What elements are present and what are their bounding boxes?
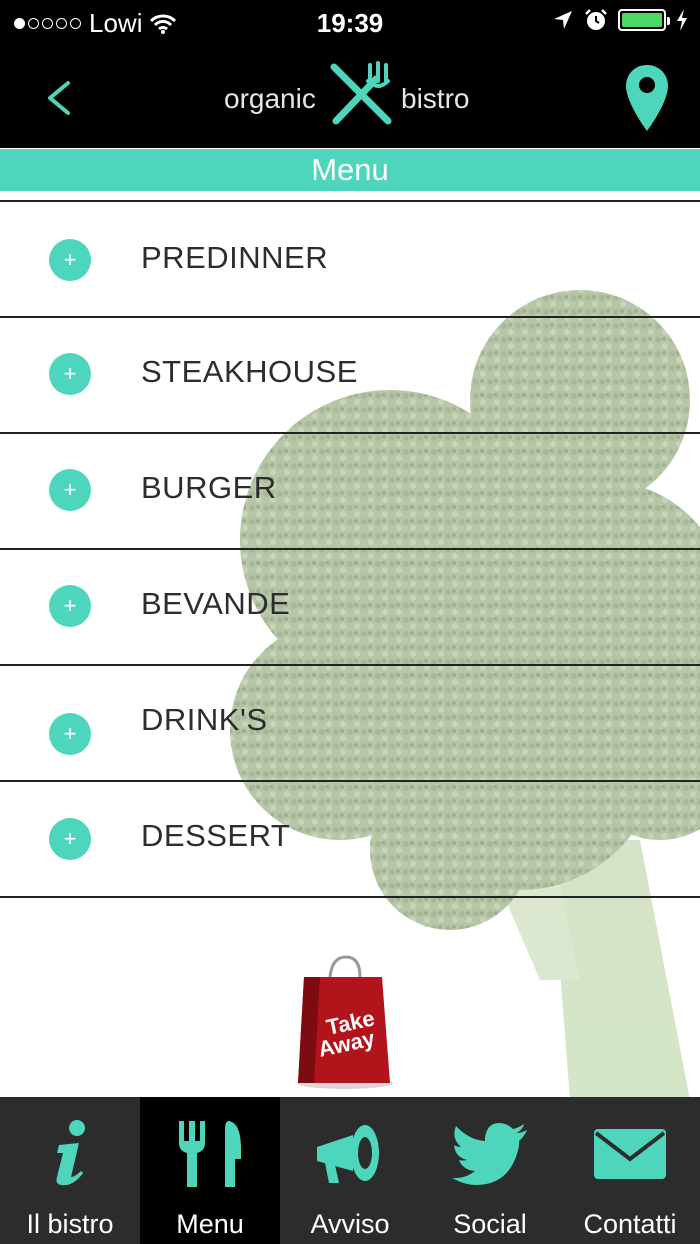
plus-icon: + (49, 713, 91, 755)
menu-item-label: PREDINNER (141, 240, 329, 275)
plus-icon: + (49, 353, 91, 395)
menu-item-label: DESSERT (141, 818, 291, 853)
menu-item-burger[interactable]: + BURGER (0, 432, 700, 548)
tab-label: Avviso (310, 1209, 390, 1239)
fork-knife-icon (179, 1121, 241, 1187)
plus-icon: + (49, 585, 91, 627)
tab-il-bistro[interactable]: Il bistro (0, 1097, 140, 1244)
menu-item-label: STEAKHOUSE (141, 354, 358, 389)
tab-social[interactable]: Social (420, 1097, 560, 1244)
logo-text-organic: organic (224, 83, 316, 114)
takeaway-button[interactable]: Take Away (290, 955, 400, 1090)
tab-menu[interactable]: Menu (140, 1097, 280, 1244)
alarm-icon (585, 9, 607, 30)
plus-icon: + (49, 239, 91, 281)
tab-avviso[interactable]: Avviso (280, 1097, 420, 1244)
plus-icon: + (49, 469, 91, 511)
info-icon (56, 1120, 85, 1186)
menu-item-label: BEVANDE (141, 586, 291, 621)
tab-label: Contatti (583, 1209, 677, 1239)
logo-text-bistro: bistro (401, 83, 470, 114)
tab-bar: Il bistro Menu Avviso Social Contatti (0, 1097, 700, 1244)
app-logo: organic bistro (224, 59, 484, 139)
menu-item-drinks[interactable]: + DRINK'S (0, 664, 700, 780)
envelope-icon (594, 1129, 666, 1179)
back-button[interactable] (36, 73, 86, 123)
menu-item-bevande[interactable]: + BEVANDE (0, 548, 700, 664)
location-arrow-icon (554, 11, 572, 29)
charging-bolt-icon (677, 9, 687, 31)
battery-icon (618, 9, 670, 31)
fork-knife-cross-icon (330, 61, 392, 125)
menu-item-dessert[interactable]: + DESSERT (0, 780, 700, 898)
tab-label: Menu (176, 1209, 244, 1239)
menu-item-predinner[interactable]: + PREDINNER (0, 200, 700, 316)
nav-bar: organic bistro (0, 45, 700, 148)
tab-label: Social (453, 1209, 527, 1239)
section-title: Menu (0, 149, 700, 191)
menu-list: + PREDINNER + STEAKHOUSE + BURGER + BEVA… (0, 200, 700, 898)
menu-item-label: BURGER (141, 470, 277, 505)
megaphone-icon (317, 1125, 379, 1183)
status-right (552, 8, 688, 32)
map-pin-button[interactable] (624, 63, 670, 133)
menu-item-label: DRINK'S (141, 702, 268, 737)
tab-contatti[interactable]: Contatti (560, 1097, 700, 1244)
menu-item-steakhouse[interactable]: + STEAKHOUSE (0, 316, 700, 432)
tab-label: Il bistro (26, 1209, 114, 1239)
twitter-icon (452, 1123, 527, 1185)
status-bar: Lowi 19:39 (0, 0, 700, 45)
plus-icon: + (49, 818, 91, 860)
